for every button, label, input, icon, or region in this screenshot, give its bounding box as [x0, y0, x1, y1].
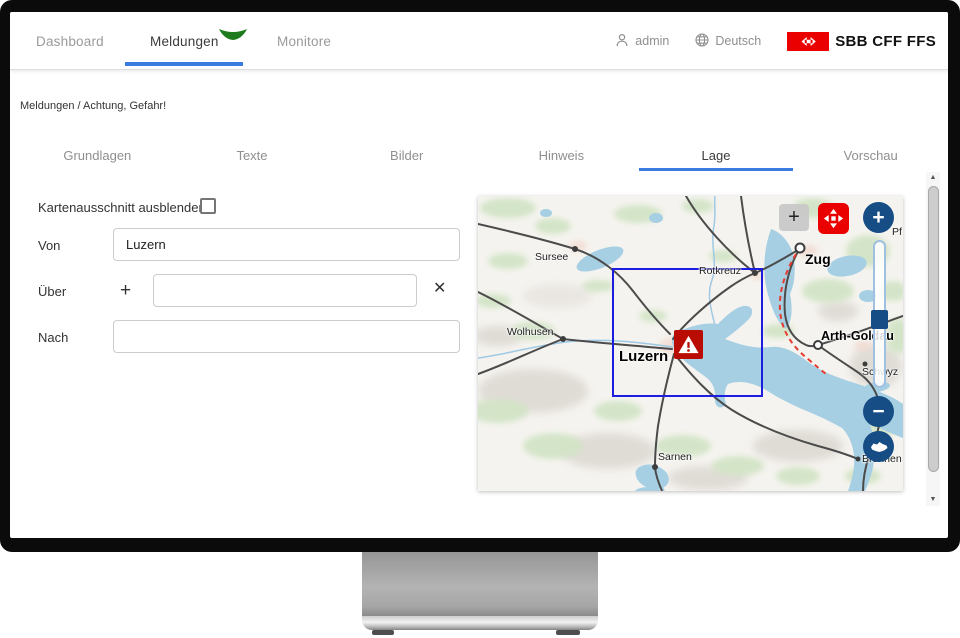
nav-item-monitore[interactable]: Monitore [277, 34, 331, 49]
town-label-wolhusen: Wolhusen [507, 326, 554, 338]
language-label: Deutsch [715, 34, 761, 48]
town-label-rotkreuz: Rotkreuz [699, 265, 741, 277]
tab-hinweis[interactable]: Hinweis [484, 140, 639, 171]
scroll-down-arrow[interactable]: ▼ [926, 494, 940, 506]
map[interactable]: Sursee Rotkreuz Zug Wolhusen Luzern Arth… [478, 196, 903, 491]
breadcrumb: Meldungen / Achtung, Gefahr! [20, 100, 166, 112]
town-label-zug: Zug [805, 251, 831, 267]
zoom-slider-handle[interactable] [871, 310, 888, 329]
move-arrows-icon [823, 208, 844, 229]
tab-bar: Grundlagen Texte Bilder Hinweis Lage Vor… [20, 140, 948, 171]
nach-input[interactable] [113, 320, 460, 353]
von-input[interactable] [113, 228, 460, 261]
zoom-in-button[interactable]: + [863, 202, 894, 233]
language-menu[interactable]: Deutsch [695, 33, 761, 50]
globe-icon [695, 33, 709, 50]
sbb-arrows-icon [787, 32, 829, 51]
von-label: Von [38, 238, 60, 253]
town-label-pf: Pf [892, 226, 902, 238]
nach-label: Nach [38, 330, 68, 345]
screen: Dashboard Meldungen Monitore admin Deuts… [10, 12, 948, 538]
reset-extent-button[interactable] [863, 431, 894, 462]
town-label-luzern: Luzern [619, 348, 668, 365]
user-label: admin [635, 34, 669, 48]
stand-foot-right [556, 630, 580, 635]
monitor-stand-base [362, 616, 598, 630]
monitor-frame: Dashboard Meldungen Monitore admin Deuts… [0, 0, 960, 552]
active-nav-underline [125, 62, 243, 66]
sbb-logo: SBB CFF FFS [787, 32, 936, 51]
nav-item-dashboard[interactable]: Dashboard [36, 34, 104, 49]
tab-bilder[interactable]: Bilder [329, 140, 484, 171]
add-via-button[interactable]: + [120, 281, 131, 300]
pan-mode-button[interactable] [818, 203, 849, 234]
user-menu[interactable]: admin [615, 33, 669, 50]
ueber-input[interactable] [153, 274, 417, 307]
stand-foot-left [372, 630, 394, 635]
ueber-label: Über [38, 284, 66, 299]
hide-map-label: Kartenausschnitt ausblenden [38, 200, 206, 215]
header: Dashboard Meldungen Monitore admin Deuts… [10, 12, 948, 70]
warning-triangle-icon [677, 333, 700, 356]
vertical-scrollbar[interactable]: ▲ ▼ [926, 172, 940, 506]
town-label-sarnen: Sarnen [658, 451, 692, 463]
header-right: admin Deutsch SBB CFF FFS [615, 12, 936, 70]
tab-grundlagen[interactable]: Grundlagen [20, 140, 175, 171]
nav-item-meldungen[interactable]: Meldungen [150, 34, 219, 49]
town-label-sursee: Sursee [535, 251, 568, 263]
danger-warning-marker[interactable] [674, 330, 703, 359]
switzerland-outline-icon [869, 440, 889, 454]
scroll-up-arrow[interactable]: ▲ [926, 172, 940, 184]
brand-label: SBB CFF FFS [835, 33, 936, 50]
zoom-out-button[interactable]: − [863, 396, 894, 427]
monitor-stand [362, 552, 598, 616]
tab-lage[interactable]: Lage [639, 140, 794, 171]
green-chevron-icon [218, 28, 248, 47]
tab-vorschau[interactable]: Vorschau [793, 140, 948, 171]
user-icon [615, 33, 629, 50]
scrollbar-thumb[interactable] [928, 186, 939, 472]
box-zoom-button[interactable]: + [779, 204, 809, 231]
tab-texte[interactable]: Texte [175, 140, 330, 171]
clear-via-button[interactable]: ✕ [433, 281, 446, 297]
hide-map-checkbox[interactable] [200, 198, 216, 214]
